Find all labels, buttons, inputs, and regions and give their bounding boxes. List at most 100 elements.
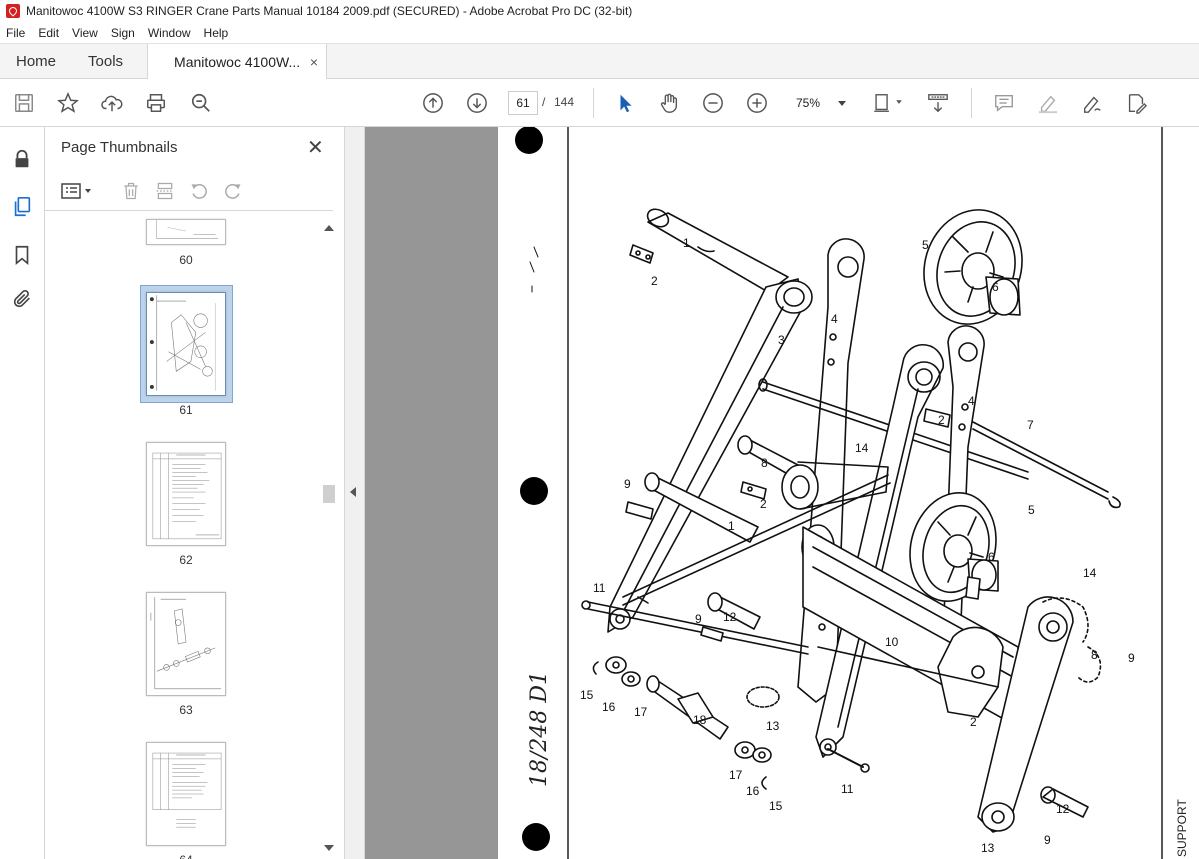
callout-number: 8 bbox=[761, 456, 768, 470]
menu-help[interactable]: Help bbox=[204, 26, 229, 40]
callout-number: 3 bbox=[778, 333, 785, 347]
thumbnail-page-selected[interactable] bbox=[146, 292, 226, 396]
hand-tool-icon[interactable] bbox=[657, 91, 681, 115]
thumbnail-label: 62 bbox=[179, 553, 193, 567]
tab-home[interactable]: Home bbox=[0, 44, 72, 78]
thumbnail-label: 61 bbox=[179, 403, 193, 417]
callout-number: 6 bbox=[988, 550, 995, 564]
menu-bar: File Edit View Sign Window Help bbox=[0, 22, 1199, 43]
callout-number: 16 bbox=[602, 700, 616, 714]
title-bar: Manitowoc 4100W S3 RINGER Crane Parts Ma… bbox=[0, 0, 1199, 22]
menu-window[interactable]: Window bbox=[148, 26, 191, 40]
tab-tools[interactable]: Tools bbox=[72, 44, 139, 78]
sign-pen-icon[interactable] bbox=[1080, 91, 1104, 115]
acrobat-logo-icon bbox=[6, 4, 20, 18]
callout-number: 9 bbox=[1044, 833, 1051, 847]
callout-number: 7 bbox=[1027, 418, 1034, 432]
lock-icon[interactable] bbox=[10, 147, 34, 171]
callout-number: 17 bbox=[729, 768, 743, 782]
toolbar: 61 / 144 75% bbox=[0, 79, 1199, 127]
thumbnail-page[interactable] bbox=[146, 592, 226, 696]
callout-number: 6 bbox=[992, 280, 999, 294]
callout-number: 10 bbox=[885, 635, 899, 649]
chevron-down-icon bbox=[838, 100, 846, 106]
save-icon[interactable] bbox=[12, 91, 36, 115]
page-thumbnails-icon[interactable] bbox=[10, 195, 34, 219]
callout-number: 5 bbox=[922, 238, 929, 252]
callout-number: 13 bbox=[766, 719, 780, 733]
thumbnail-label: 60 bbox=[179, 253, 193, 267]
callout-number: 5 bbox=[1028, 503, 1035, 517]
previous-page-icon[interactable] bbox=[421, 91, 445, 115]
zoom-value: 75% bbox=[796, 96, 821, 110]
bookmarks-icon[interactable] bbox=[10, 243, 34, 267]
callout-number: 2 bbox=[760, 497, 767, 511]
parts-diagram: 18/248 D1 SUPPORT 12564342 71482915614119… bbox=[527, 127, 1189, 859]
options-menu-icon[interactable] bbox=[59, 179, 99, 203]
zoom-out-icon[interactable] bbox=[701, 91, 725, 115]
callout-number: 14 bbox=[1083, 566, 1097, 580]
tab-document[interactable]: Manitowoc 4100W... × bbox=[147, 44, 328, 79]
scroll-down-icon[interactable] bbox=[324, 845, 334, 851]
thumbnail-page[interactable] bbox=[146, 219, 226, 245]
extract-page-icon[interactable] bbox=[153, 179, 177, 203]
attachments-icon[interactable] bbox=[10, 287, 34, 311]
panel-title: Page Thumbnails bbox=[61, 139, 178, 156]
callout-number: 16 bbox=[746, 784, 760, 798]
panel-splitter[interactable] bbox=[345, 127, 365, 859]
thumbnail-label: 64 bbox=[146, 853, 226, 859]
page-total: 144 bbox=[554, 95, 575, 109]
page-fit-icon[interactable] bbox=[871, 91, 905, 115]
menu-edit[interactable]: Edit bbox=[38, 26, 59, 40]
navigation-rail bbox=[0, 127, 45, 859]
callout-number: 15 bbox=[769, 799, 783, 813]
thumbnail-page[interactable] bbox=[146, 742, 226, 846]
window-title: Manitowoc 4100W S3 RINGER Crane Parts Ma… bbox=[26, 4, 633, 18]
thumbnail-scrollbar[interactable] bbox=[322, 223, 336, 855]
rotate-left-icon[interactable] bbox=[187, 179, 211, 203]
menu-view[interactable]: View bbox=[72, 26, 98, 40]
bookmark-star-icon[interactable] bbox=[56, 91, 80, 115]
scroll-mode-icon[interactable] bbox=[926, 91, 950, 115]
callout-number: 17 bbox=[634, 705, 648, 719]
select-cursor-icon[interactable] bbox=[614, 91, 638, 115]
callout-number: 15 bbox=[580, 688, 594, 702]
thumbnail-label: 63 bbox=[179, 703, 193, 717]
callout-number: 1 bbox=[683, 236, 690, 250]
zoom-search-icon[interactable] bbox=[189, 91, 213, 115]
callout-number: 2 bbox=[938, 413, 945, 427]
menu-file[interactable]: File bbox=[6, 26, 25, 40]
edit-pdf-icon[interactable] bbox=[1124, 91, 1148, 115]
delete-page-icon[interactable] bbox=[119, 179, 143, 203]
zoom-in-icon[interactable] bbox=[745, 91, 769, 115]
tab-close-icon[interactable]: × bbox=[310, 54, 318, 70]
collapse-panel-icon[interactable] bbox=[350, 487, 356, 497]
zoom-select[interactable]: 75% bbox=[788, 91, 850, 115]
scroll-up-icon[interactable] bbox=[324, 225, 334, 231]
callout-number: 9 bbox=[624, 477, 631, 491]
callout-number: 12 bbox=[1056, 802, 1070, 816]
rotate-right-icon[interactable] bbox=[221, 179, 245, 203]
page-number-input[interactable]: 61 bbox=[508, 91, 538, 115]
tab-document-label: Manitowoc 4100W... bbox=[174, 53, 301, 70]
callout-number: 2 bbox=[970, 715, 977, 729]
toolbar-divider bbox=[593, 88, 594, 118]
callout-number: 12 bbox=[723, 610, 737, 624]
pdf-page: 18/248 D1 SUPPORT 1 2 5 6 4 3 4 2 7 14 8 2 9 1 5 6 14 11 9… bbox=[498, 127, 1199, 859]
callout-number: 9 bbox=[695, 612, 702, 626]
margin-handwriting: 18/248 D1 bbox=[527, 671, 552, 787]
callout-number: 8 bbox=[1091, 648, 1098, 662]
print-icon[interactable] bbox=[144, 91, 168, 115]
panel-close-icon[interactable]: ✕ bbox=[307, 135, 324, 160]
upload-cloud-icon[interactable] bbox=[100, 91, 124, 115]
next-page-icon[interactable] bbox=[465, 91, 489, 115]
document-view[interactable]: 18/248 D1 SUPPORT 1 2 5 6 4 3 4 2 7 14 8 2 9 1 5 6 14 11 9… bbox=[365, 127, 1199, 859]
callout-number: 11 bbox=[593, 581, 606, 595]
scrollbar-thumb[interactable] bbox=[323, 485, 335, 503]
section-side-text: SUPPORT bbox=[1175, 799, 1189, 857]
menu-sign[interactable]: Sign bbox=[111, 26, 135, 40]
comment-icon[interactable] bbox=[992, 91, 1016, 115]
highlight-pen-icon[interactable] bbox=[1036, 91, 1060, 115]
thumbnail-page[interactable] bbox=[146, 442, 226, 546]
callout-number: 4 bbox=[968, 394, 975, 408]
